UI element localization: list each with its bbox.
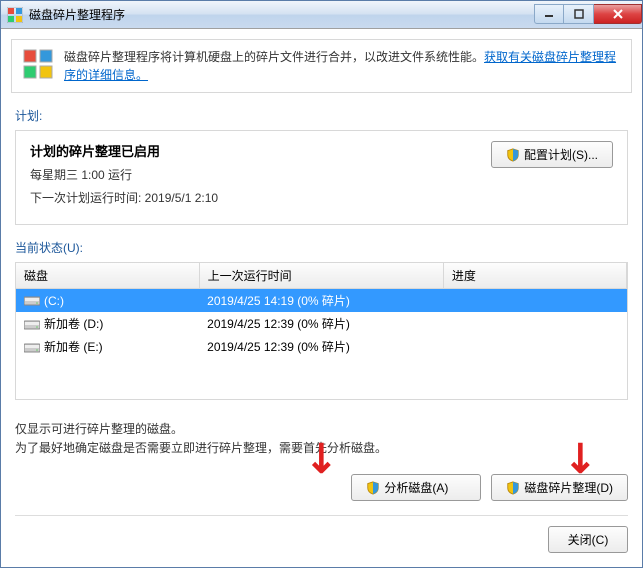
content-area: 磁盘碎片整理程序将计算机硬盘上的碎片文件进行合并，以改进文件系统性能。获取有关磁…	[1, 29, 642, 567]
close-label: 关闭(C)	[568, 531, 609, 548]
app-icon	[7, 7, 23, 23]
shield-icon	[506, 148, 520, 162]
schedule-label: 计划:	[15, 107, 628, 124]
schedule-panel: 计划的碎片整理已启用 每星期三 1:00 运行 下一次计划运行时间: 2019/…	[15, 130, 628, 225]
disk-name: 新加卷 (E:)	[44, 340, 103, 354]
close-button[interactable]: 关闭(C)	[548, 526, 628, 553]
hint-text: 仅显示可进行碎片整理的磁盘。 为了最好地确定磁盘是否需要立即进行碎片整理，需要首…	[15, 420, 628, 458]
schedule-next-run: 下一次计划运行时间: 2019/5/1 2:10	[30, 189, 218, 206]
col-lastrun[interactable]: 上一次运行时间	[199, 263, 443, 289]
defrag-label: 磁盘碎片整理(D)	[524, 479, 613, 496]
shield-icon	[366, 481, 380, 495]
disk-lastrun: 2019/4/25 14:19 (0% 碎片)	[199, 289, 443, 313]
defrag-button[interactable]: 磁盘碎片整理(D)	[491, 474, 628, 501]
disk-icon	[24, 319, 40, 331]
window: 磁盘碎片整理程序 磁盘碎片整理程序将计算机硬盘上的碎片文件进行合并，以改进文件系…	[0, 0, 643, 568]
configure-schedule-label: 配置计划(S)...	[524, 146, 598, 163]
table-row[interactable]: (C:) 2019/4/25 14:19 (0% 碎片)	[16, 289, 627, 313]
disk-lastrun: 2019/4/25 12:39 (0% 碎片)	[199, 312, 443, 335]
titlebar[interactable]: 磁盘碎片整理程序	[1, 1, 642, 29]
hint-line2: 为了最好地确定磁盘是否需要立即进行碎片整理，需要首先分析磁盘。	[15, 439, 628, 458]
action-buttons: ↘ ↘ 分析磁盘(A) 磁盘碎片整理(D)	[15, 474, 628, 501]
shield-icon	[506, 481, 520, 495]
disk-progress	[443, 312, 626, 335]
disk-progress	[443, 289, 626, 313]
col-progress[interactable]: 进度	[443, 263, 626, 289]
disk-lastrun: 2019/4/25 12:39 (0% 碎片)	[199, 335, 443, 358]
minimize-icon	[544, 9, 554, 19]
configure-schedule-button[interactable]: 配置计划(S)...	[491, 141, 613, 168]
defrag-icon	[22, 48, 54, 80]
table-row[interactable]: 新加卷 (D:) 2019/4/25 12:39 (0% 碎片)	[16, 312, 627, 335]
close-window-button[interactable]	[594, 4, 642, 24]
hint-line1: 仅显示可进行碎片整理的磁盘。	[15, 420, 628, 439]
info-description: 磁盘碎片整理程序将计算机硬盘上的碎片文件进行合并，以改进文件系统性能。	[64, 50, 484, 64]
minimize-button[interactable]	[534, 4, 564, 24]
disk-name: (C:)	[44, 294, 64, 308]
analyze-button[interactable]: 分析磁盘(A)	[351, 474, 481, 501]
maximize-button[interactable]	[564, 4, 594, 24]
schedule-title: 计划的碎片整理已启用	[30, 141, 218, 160]
window-controls	[534, 4, 642, 24]
info-panel: 磁盘碎片整理程序将计算机硬盘上的碎片文件进行合并，以改进文件系统性能。获取有关磁…	[11, 39, 632, 93]
info-text: 磁盘碎片整理程序将计算机硬盘上的碎片文件进行合并，以改进文件系统性能。获取有关磁…	[64, 48, 621, 84]
disk-table: 磁盘 上一次运行时间 进度 (C:) 2019/4/25 14:19 (0% 碎片…	[16, 263, 627, 358]
close-icon	[612, 8, 624, 20]
disk-list[interactable]: 磁盘 上一次运行时间 进度 (C:) 2019/4/25 14:19 (0% 碎片…	[15, 262, 628, 400]
disk-icon	[24, 342, 40, 354]
disk-name: 新加卷 (D:)	[44, 317, 103, 331]
maximize-icon	[574, 9, 584, 19]
analyze-label: 分析磁盘(A)	[384, 479, 448, 496]
disk-progress	[443, 335, 626, 358]
window-title: 磁盘碎片整理程序	[29, 6, 534, 23]
table-row[interactable]: 新加卷 (E:) 2019/4/25 12:39 (0% 碎片)	[16, 335, 627, 358]
disk-icon	[24, 295, 40, 307]
close-row: 关闭(C)	[15, 515, 628, 553]
col-disk[interactable]: 磁盘	[16, 263, 199, 289]
status-label: 当前状态(U):	[15, 239, 628, 256]
schedule-frequency: 每星期三 1:00 运行	[30, 166, 218, 183]
